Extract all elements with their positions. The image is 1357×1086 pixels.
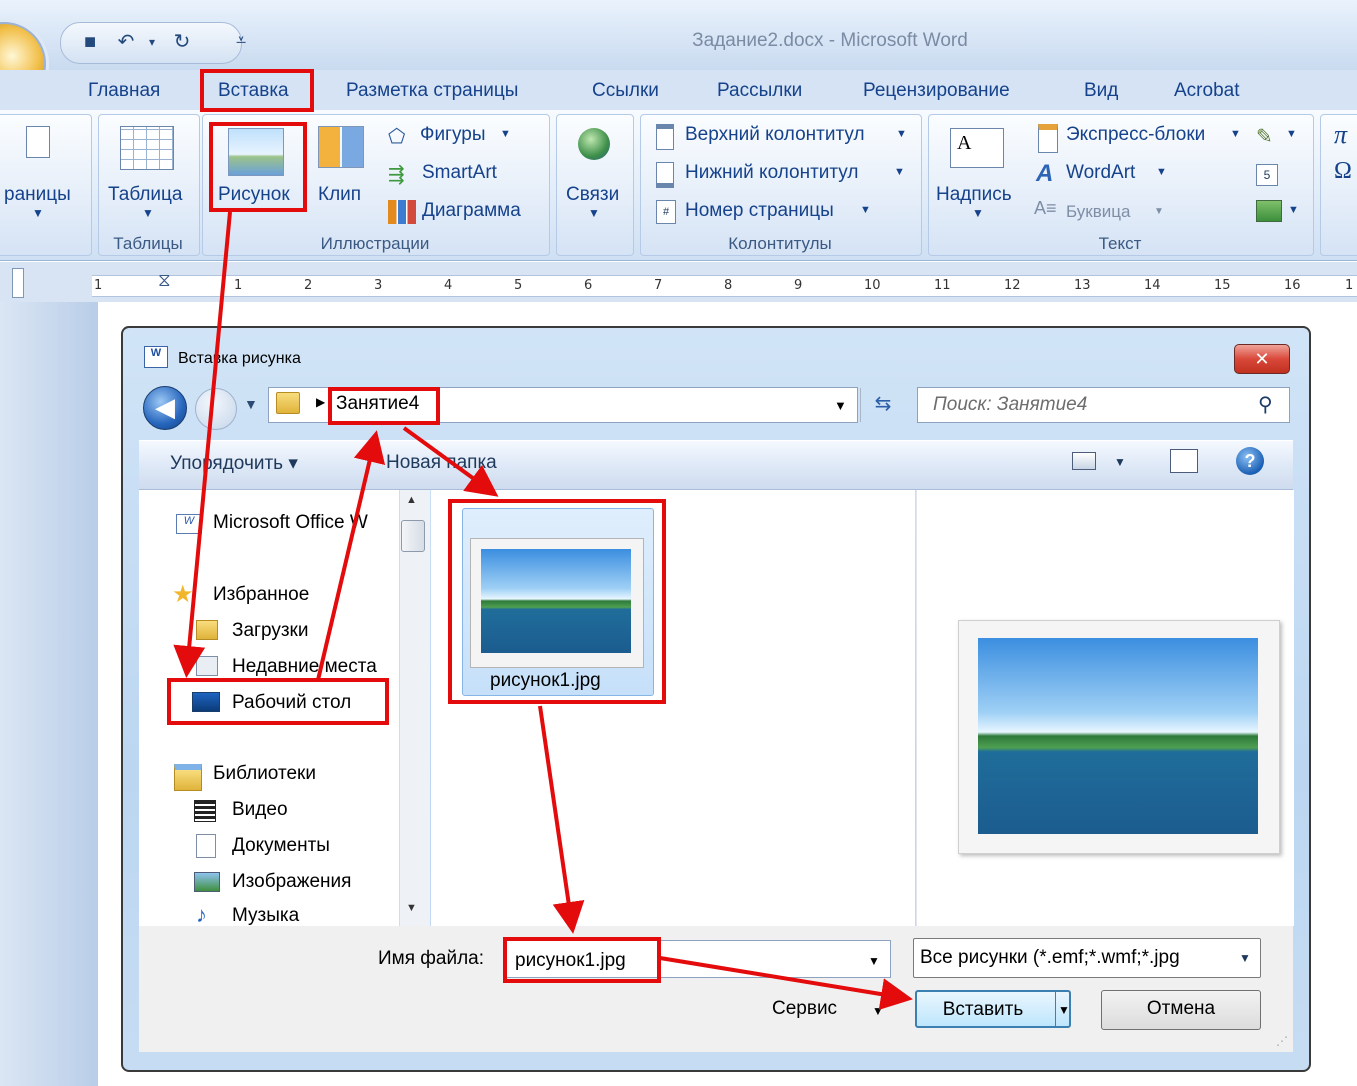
arrow-desktop-to-folder xyxy=(316,430,386,681)
arrow-picture-to-desktop xyxy=(173,211,232,678)
arrow-file-to-filename xyxy=(538,705,585,934)
annotation-arrows xyxy=(173,211,913,1010)
arrow-folder-to-file xyxy=(402,426,499,497)
arrow-filename-to-insert xyxy=(659,956,913,1010)
